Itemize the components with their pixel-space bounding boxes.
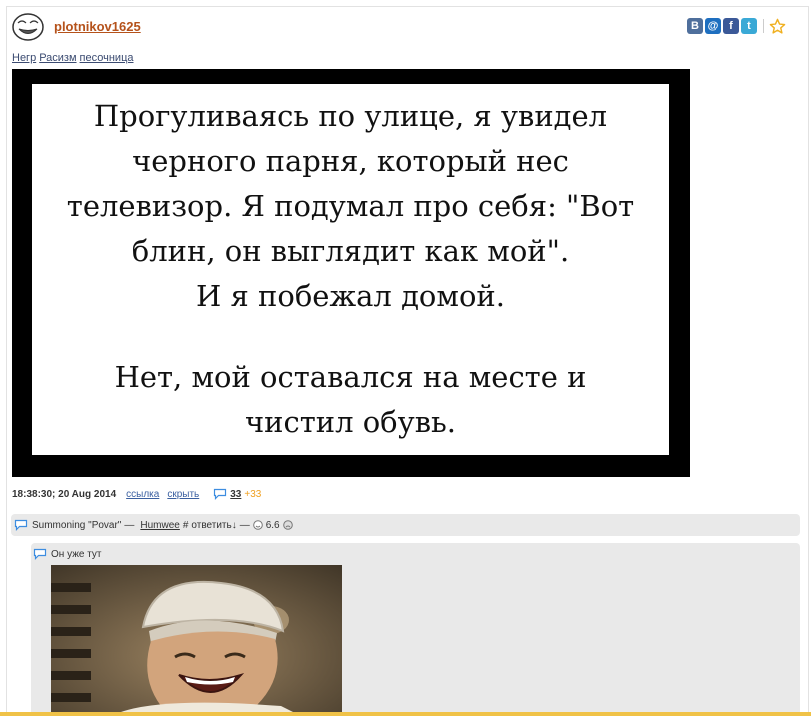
laughing-chef-image[interactable] xyxy=(51,565,342,716)
post-image: Прогуливаясь по улице, я увидел черного … xyxy=(12,69,690,477)
vk-share-button[interactable]: B xyxy=(687,18,703,34)
frown-icon[interactable] xyxy=(282,520,293,530)
new-comments-badge: +33 xyxy=(244,488,262,500)
comment-dash: — xyxy=(124,519,135,531)
comment-rating: 6.6 xyxy=(265,519,280,531)
star-icon[interactable] xyxy=(769,18,786,35)
image-text-line: чистил обувь. xyxy=(244,405,457,439)
share-toolbar: B @ f t xyxy=(687,16,786,36)
image-text-line: черного парня, который нес xyxy=(132,144,569,178)
reply-link[interactable]: ответить↓ xyxy=(191,520,236,531)
rating-dash: — xyxy=(239,519,250,531)
tag-list: Негр Расизм песочница xyxy=(12,52,137,64)
image-text-line: телевизор. Я подумал про себя: "Вот xyxy=(66,189,635,223)
speech-bubble-icon xyxy=(33,548,47,560)
comment-row: Summoning "Povar" — Humwee # ответить↓ —… xyxy=(11,514,800,536)
image-text-line: И я побежал домой. xyxy=(196,279,505,313)
reply-comment-header: Он уже тут xyxy=(33,548,102,560)
post-meta: 18:38:30; 20 Aug 2014 ссылка скрыть 33 +… xyxy=(12,488,261,500)
vk-icon: B xyxy=(691,20,699,32)
speech-bubble-icon xyxy=(14,519,28,531)
page-bottom-rule xyxy=(0,712,811,716)
facebook-share-button[interactable]: f xyxy=(723,18,739,34)
image-text-line: блин, он выглядит как мой". xyxy=(131,234,570,268)
post-author-link[interactable]: plotnikov1625 xyxy=(54,19,141,34)
speech-bubble-icon[interactable] xyxy=(213,488,227,500)
image-text-line: Прогуливаясь по улице, я увидел xyxy=(93,99,608,133)
mail-share-button[interactable]: @ xyxy=(705,18,721,34)
mail-icon: @ xyxy=(707,20,719,32)
share-divider xyxy=(763,19,764,33)
twitter-icon: t xyxy=(747,20,751,32)
hide-post-link[interactable]: скрыть xyxy=(167,489,199,500)
comments-count-link[interactable]: 33 xyxy=(230,489,241,500)
facebook-icon: f xyxy=(729,20,733,32)
smile-icon[interactable] xyxy=(252,520,263,530)
comment-author-link[interactable]: Humwee xyxy=(140,520,179,531)
permalink-link[interactable]: ссылка xyxy=(126,489,159,500)
troll-face-icon[interactable] xyxy=(12,12,44,42)
tag-link[interactable]: Расизм xyxy=(39,52,76,64)
image-text-line: Нет, мой оставался на месте и xyxy=(114,360,587,394)
post-timestamp: 18:38:30; 20 Aug 2014 xyxy=(12,488,117,500)
comment-hash-link[interactable]: # xyxy=(183,520,189,531)
tag-link[interactable]: песочница xyxy=(80,52,134,64)
twitter-share-button[interactable]: t xyxy=(741,18,757,34)
tag-link[interactable]: Негр xyxy=(12,52,36,64)
reply-comment-text: Он уже тут xyxy=(51,548,102,560)
comment-text: Summoning "Povar" xyxy=(32,519,122,531)
